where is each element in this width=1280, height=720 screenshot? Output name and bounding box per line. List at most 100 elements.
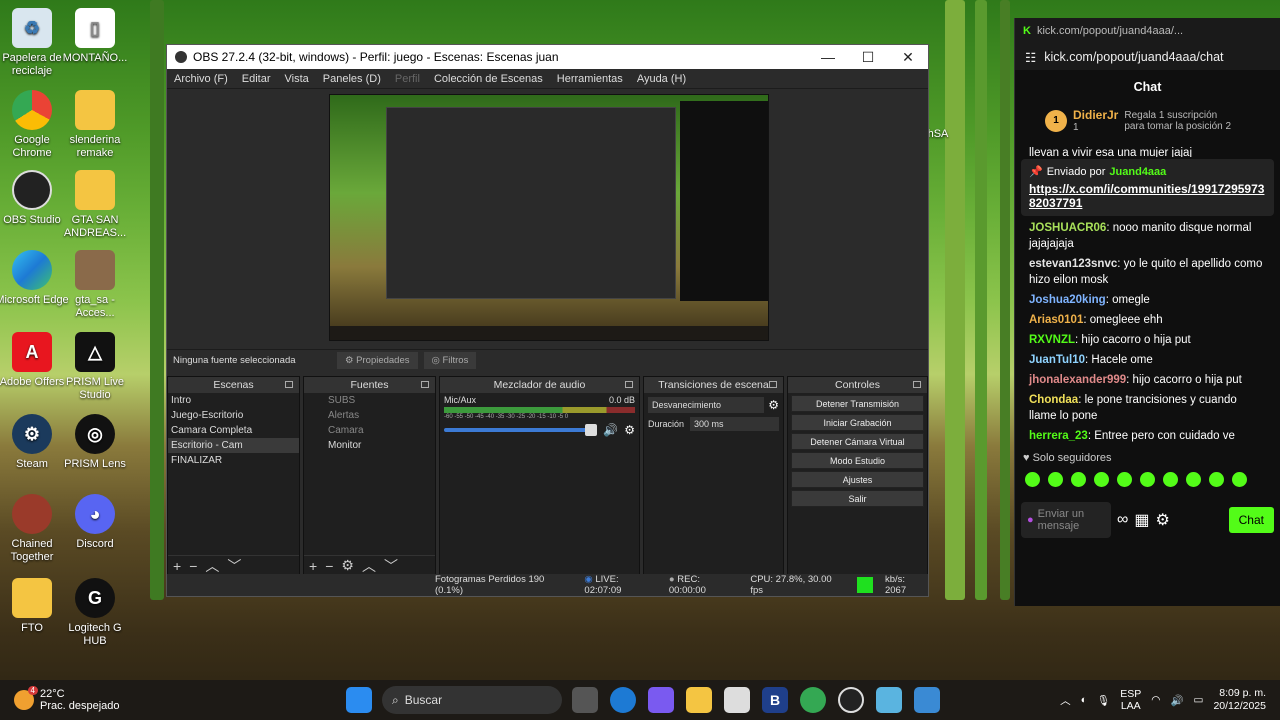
menu-vista[interactable]: Vista [278,73,316,85]
chat-username[interactable]: Joshua20king [1029,294,1106,306]
wifi-icon[interactable]: ◠ [1151,694,1160,706]
menu-perfil[interactable]: Perfil [388,73,427,85]
message-input[interactable]: ● Enviar un mensaje [1021,502,1111,538]
pinned-message[interactable]: 📌 Enviado por Juand4aaa https://x.com/i/co… [1021,159,1274,216]
mic-icon[interactable]: 🎙 [1097,694,1110,707]
add-icon[interactable]: + [309,558,317,574]
remove-icon[interactable]: − [189,558,197,574]
down-icon[interactable]: ﹀ [227,556,241,576]
undock-icon[interactable] [421,381,429,388]
menu-herramientas[interactable]: Herramientas [550,73,630,85]
battery-icon[interactable]: ▭ [1194,694,1204,706]
source-item[interactable]: SUBS [304,393,435,408]
chat-username[interactable]: estevan123snvc [1029,258,1117,270]
notepad-icon[interactable] [876,687,902,713]
chevron-up-icon[interactable]: ︿ [1060,693,1071,708]
settings-icon[interactable]: ⚙ [1156,510,1170,530]
emote-icon[interactable]: ∞ [1117,511,1128,529]
start-recording-button[interactable]: Iniciar Grabación [791,414,924,431]
task-view-icon[interactable] [572,687,598,713]
file-explorer-icon[interactable] [686,687,712,713]
menu-ayuda[interactable]: Ayuda (H) [630,73,693,85]
security-icon[interactable]: ◐ [1081,694,1087,706]
undock-icon[interactable] [913,381,921,388]
kick-chat-window[interactable]: Kkick.com/popout/juand4aaa/... ☷ kick.com… [1014,18,1280,606]
weather-widget[interactable]: 4 22°C Prac. despejado [0,686,340,712]
studio-mode-button[interactable]: Modo Estudio [791,452,924,469]
scene-item-selected[interactable]: Escritorio - Cam [168,438,299,453]
exit-button[interactable]: Salir [791,490,924,507]
store-icon[interactable]: ▦ [1134,510,1149,530]
chat-username[interactable]: RXVNZL [1029,334,1075,346]
scene-item[interactable]: FINALIZAR [168,453,299,468]
undock-icon[interactable] [285,381,293,388]
add-icon[interactable]: + [173,558,181,574]
gear-icon[interactable]: ⚙ [768,398,779,412]
chat-username[interactable]: JuanTul10 [1029,354,1085,366]
taskbar-search[interactable]: ⌕ Buscar [382,686,562,714]
chat-username[interactable]: jhonalexander999 [1029,374,1126,386]
snipping-icon[interactable] [914,687,940,713]
bing-icon[interactable]: B [762,687,788,713]
menu-paneles[interactable]: Paneles (D) [316,73,388,85]
close-icon[interactable]: ✕ [888,49,928,66]
undock-icon[interactable] [625,381,633,388]
clock[interactable]: 8:09 p. m. 20/12/2025 [1213,687,1266,713]
send-chat-button[interactable]: Chat [1228,507,1274,533]
chrome-icon[interactable] [800,687,826,713]
properties-button[interactable]: ⚙ Propiedades [337,352,418,369]
speaker-icon[interactable]: 🔊 [603,423,618,437]
up-icon[interactable]: ︿ [205,556,219,576]
source-item[interactable]: Alertas [304,408,435,423]
desktop-icon-montano[interactable]: ▯ MONTAÑO... [58,8,132,65]
duration-input[interactable]: 300 ms [690,417,779,431]
stop-virtual-cam-button[interactable]: Detener Cámara Virtual [791,433,924,450]
chat-username[interactable]: Chondaa [1029,394,1078,406]
chat-username[interactable]: JOSHUACR06 [1029,222,1106,234]
gear-icon[interactable]: ⚙ [341,557,354,574]
menu-archivo[interactable]: Archivo (F) [167,73,235,85]
volume-slider[interactable] [444,424,598,436]
kick-url-bar[interactable]: ☷ kick.com/popout/juand4aaa/chat [1015,44,1280,70]
desktop-icon-gta[interactable]: GTA SAN ANDREAS... [58,170,132,240]
scene-item[interactable]: Camara Completa [168,423,299,438]
mic-icon[interactable]: ● [1027,514,1034,526]
scene-item[interactable]: Intro [168,393,299,408]
desktop-icon-discord[interactable]: ◕ Discord [58,494,132,551]
scene-item[interactable]: Juego-Escritorio [168,408,299,423]
language-indicator[interactable]: ESP LAA [1120,688,1141,712]
remove-icon[interactable]: − [325,558,333,574]
menu-editar[interactable]: Editar [235,73,278,85]
site-settings-icon[interactable]: ☷ [1025,50,1036,65]
source-item[interactable]: Monitor [304,438,435,453]
undock-icon[interactable] [769,381,777,388]
desktop-icon-gta-sa[interactable]: gta_sa - Acces... [58,250,132,320]
filters-button[interactable]: ◎ Filtros [423,352,477,369]
obs-window[interactable]: OBS 27.2.4 (32-bit, windows) - Perfil: j… [166,44,929,597]
maximize-icon[interactable]: ☐ [848,49,888,66]
menu-coleccion[interactable]: Colección de Escenas [427,73,550,85]
gear-icon[interactable]: ⚙ [624,423,635,437]
transition-select[interactable]: Desvanecimiento [648,397,765,413]
down-icon[interactable]: ﹀ [384,556,398,576]
obs-icon[interactable] [838,687,864,713]
minimize-icon[interactable]: — [808,49,848,65]
start-icon[interactable] [346,687,372,713]
chat-username[interactable]: herrera_23 [1029,430,1088,442]
pinned-link[interactable]: https://x.com/i/communities/199172959738… [1029,182,1266,210]
volume-icon[interactable]: 🔊 [1170,694,1183,707]
bitrate-status: kb/s: 2067 [884,574,907,596]
stop-stream-button[interactable]: Detener Transmisión [791,395,924,412]
obs-preview[interactable] [329,94,769,341]
source-item[interactable]: Camara [304,423,435,438]
up-icon[interactable]: ︿ [362,556,376,576]
desktop-icon-prism-lens[interactable]: ◎ PRISM Lens [58,414,132,471]
settings-button[interactable]: Ajustes [791,471,924,488]
desktop-icon-logitech[interactable]: G Logitech G HUB [58,578,132,648]
desktop-icon-slenderina[interactable]: slenderina remake [58,90,132,160]
copilot-icon[interactable] [648,687,674,713]
edge-icon[interactable] [610,687,636,713]
store-icon[interactable] [724,687,750,713]
desktop-icon-prism-live[interactable]: △ PRISM Live Studio [58,332,132,402]
chat-username[interactable]: Arias0101 [1029,314,1083,326]
